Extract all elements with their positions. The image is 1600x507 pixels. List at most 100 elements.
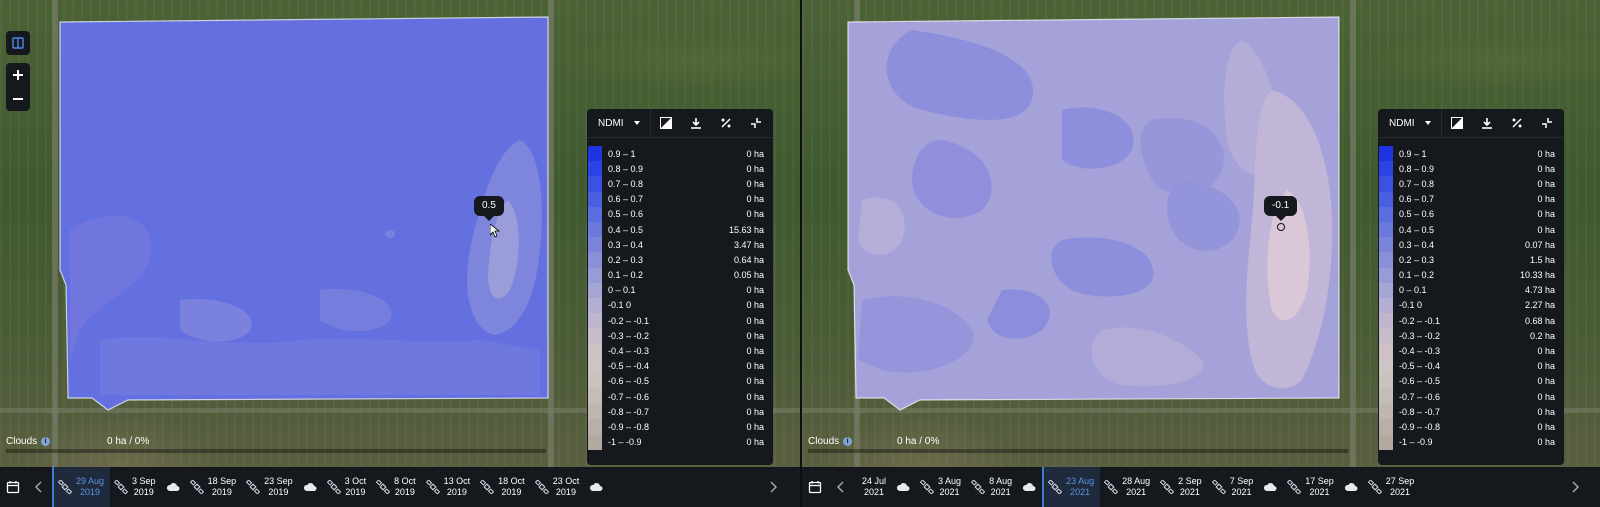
legend-swatch — [588, 221, 602, 238]
legend-swatch — [1379, 161, 1393, 177]
legend-area: 0 ha — [1537, 194, 1555, 205]
cloud-icon — [590, 483, 603, 491]
satellite-icon — [189, 480, 204, 494]
calendar-button[interactable] — [802, 467, 828, 507]
timeline-date-item[interactable]: 3 Aug 2021 — [916, 467, 967, 507]
download-button[interactable] — [1472, 109, 1502, 138]
timeline-cloudy-item[interactable] — [1018, 467, 1042, 507]
legend-area: 0 ha — [746, 330, 764, 341]
legend-range: -0.2 – -0.1 — [608, 315, 650, 326]
value-tooltip: -0.1 — [1264, 196, 1298, 221]
clouds-filter[interactable]: Clouds i — [6, 436, 51, 447]
legend-area: 0.2 ha — [1529, 330, 1555, 341]
satellite-icon — [58, 480, 72, 494]
legend-range: -0.6 – -0.5 — [608, 376, 650, 387]
legend-range: 0 – 0.1 — [608, 285, 636, 296]
chevron-left-icon — [837, 481, 844, 493]
legend-area: 0 ha — [746, 209, 764, 220]
percent-toggle-button[interactable] — [711, 109, 741, 138]
legend-range: 0.4 – 0.5 — [1399, 224, 1435, 235]
chevron-left-icon — [35, 481, 42, 493]
legend-swatch — [588, 252, 602, 268]
timeline-date-item[interactable]: 17 Sep 2021 — [1283, 467, 1340, 507]
split-view-icon[interactable] — [6, 31, 30, 55]
timeline-cloudy-item[interactable] — [892, 467, 916, 507]
timeline-prev-button[interactable] — [828, 467, 854, 507]
legend-swatch — [588, 191, 602, 207]
timeline-date-item[interactable]: 7 Sep 2021 — [1208, 467, 1260, 507]
timeline-date-item[interactable]: 8 Aug 2021 — [967, 467, 1018, 507]
legend-range: -0.8 – -0.7 — [1399, 406, 1441, 417]
legend-area: 0 ha — [746, 391, 764, 402]
legend-swatch — [1379, 313, 1393, 329]
legend-row: -0.5 – -0.4 0 ha — [1378, 358, 1564, 374]
legend-swatch — [1379, 434, 1393, 450]
timeline-date-item[interactable]: 13 Oct 2019 — [422, 467, 477, 507]
timeline-date-item[interactable]: 27 Sep 2021 — [1364, 467, 1421, 507]
timeline-date-item[interactable]: 18 Oct 2019 — [476, 467, 531, 507]
timeline-next-button[interactable] — [1562, 467, 1588, 507]
timeline-date-label: 3 Sep 2019 — [132, 476, 156, 497]
legend-range: 0.2 – 0.3 — [1399, 254, 1435, 265]
calendar-button[interactable] — [0, 467, 26, 507]
clouds-slider-track[interactable] — [808, 449, 1348, 453]
timeline-date-item[interactable]: 23 Aug 2021 — [1042, 467, 1101, 507]
timeline-next-button[interactable] — [760, 467, 786, 507]
zoom-in-button[interactable] — [6, 63, 30, 87]
timeline-date-item[interactable]: 3 Sep 2019 — [110, 467, 162, 507]
chevron-down-icon — [1424, 121, 1431, 125]
cloud-area-percent: 0 ha / 0% — [897, 436, 940, 447]
info-icon[interactable]: i — [843, 437, 853, 446]
left-map-pane: 0.5 NDMI 0.9 – 1 0 ha 0.8 – 0.9 0 ha 0.7… — [0, 0, 800, 507]
timeline-cloudy-item[interactable] — [162, 467, 186, 507]
timeline-date-label: 3 Oct 2019 — [344, 476, 367, 497]
timeline-date-item[interactable]: 2 Sep 2021 — [1156, 467, 1208, 507]
legend-swatch — [1379, 328, 1393, 344]
mouse-cursor-icon — [490, 224, 500, 238]
collapse-legend-button[interactable] — [741, 109, 771, 138]
legend-swatch — [588, 313, 602, 329]
left-satellite-map[interactable]: 0.5 NDMI 0.9 – 1 0 ha 0.8 – 0.9 0 ha 0.7… — [0, 0, 800, 475]
timeline-cloudy-item[interactable] — [1259, 467, 1283, 507]
legend-area: 0 ha — [1537, 224, 1555, 235]
timeline-cloudy-item[interactable] — [585, 467, 609, 507]
timeline-date-item[interactable]: 29 Aug 2019 — [52, 467, 111, 507]
legend-swatch — [588, 404, 602, 420]
timeline-prev-button[interactable] — [26, 467, 52, 507]
collapse-icon — [1542, 118, 1552, 128]
legend-range: 0.8 – 0.9 — [1399, 163, 1435, 174]
chevron-right-icon — [1572, 481, 1579, 493]
index-selector[interactable]: NDMI — [1378, 108, 1442, 138]
index-selector[interactable]: NDMI — [587, 108, 651, 138]
legend-area: 15.63 ha — [728, 224, 764, 235]
legend-row: 0 – 0.1 4.73 ha — [1378, 282, 1564, 298]
timeline-date-item[interactable]: 18 Sep 2019 — [186, 467, 243, 507]
timeline-cloudy-item[interactable] — [1340, 467, 1364, 507]
timeline-date-item[interactable]: 23 Sep 2019 — [242, 467, 299, 507]
timeline-date-item[interactable]: 23 Oct 2019 — [531, 467, 586, 507]
clouds-slider-track[interactable] — [6, 449, 546, 453]
legend-swatch — [588, 161, 602, 177]
clouds-filter[interactable]: Clouds i — [808, 436, 853, 447]
timeline-date-item[interactable]: 3 Oct 2019 — [323, 467, 373, 507]
info-icon[interactable]: i — [41, 437, 51, 446]
satellite-icon — [1367, 480, 1382, 494]
legend-row: -0.3 – -0.2 0 ha — [587, 328, 773, 344]
timeline-cloudy-item[interactable] — [299, 467, 323, 507]
collapse-legend-button[interactable] — [1532, 109, 1562, 138]
timeline-date-item[interactable]: 8 Oct 2019 — [372, 467, 422, 507]
contrast-toggle-button[interactable] — [1442, 109, 1472, 138]
timeline-date-item[interactable]: 24 Jul 2021 — [854, 467, 892, 507]
percent-toggle-button[interactable] — [1502, 109, 1532, 138]
right-satellite-map[interactable]: -0.1 NDMI 0.9 – 1 0 ha 0.8 – 0.9 0 ha 0.… — [802, 0, 1600, 475]
legend-area: 10.33 ha — [1519, 270, 1555, 281]
download-button[interactable] — [681, 109, 711, 138]
zoom-out-button[interactable] — [6, 87, 30, 111]
timeline-date-item[interactable]: 28 Aug 2021 — [1100, 467, 1156, 507]
cloud-icon — [896, 483, 910, 491]
satellite-icon — [425, 480, 440, 494]
contrast-toggle-button[interactable] — [651, 109, 681, 138]
compare-toggle[interactable] — [6, 31, 30, 55]
minus-icon — [13, 98, 23, 100]
date-timeline: 29 Aug 2019 3 Sep 2019 18 Sep 2019 23 Sep 2019 3… — [0, 467, 800, 507]
